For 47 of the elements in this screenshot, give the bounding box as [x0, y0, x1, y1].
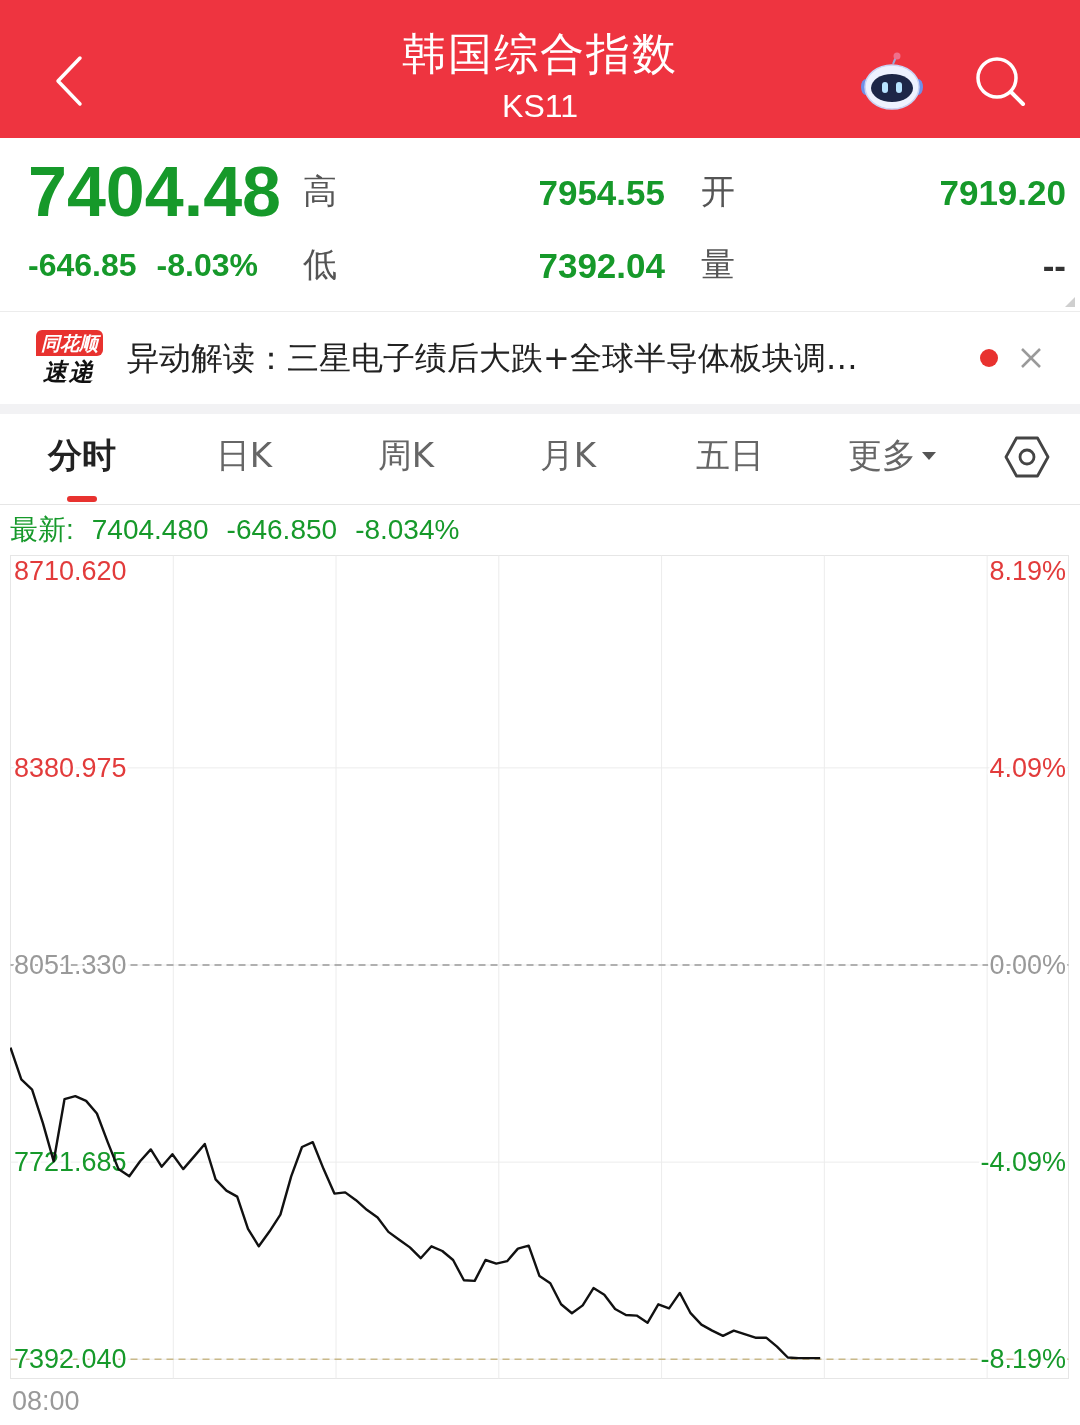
assistant-button[interactable] — [860, 52, 924, 110]
axis-label: -4.09% — [980, 1147, 1066, 1178]
latest-label: 最新: — [10, 513, 74, 547]
robot-icon — [860, 52, 924, 110]
latest-value: -8.034% — [355, 514, 460, 546]
back-chevron-icon — [54, 55, 84, 107]
brand-tag: 同花顺 — [35, 330, 103, 356]
price-change: -646.85 — [28, 249, 137, 281]
index-code: KS11 — [502, 87, 578, 126]
last-price: 7404.48 — [28, 157, 283, 227]
axis-label: 8.19% — [989, 555, 1066, 586]
search-icon — [974, 55, 1026, 107]
chart-tab[interactable]: 五日 — [649, 414, 811, 504]
settings-icon — [1003, 436, 1050, 478]
axis-label: 0.00% — [989, 950, 1066, 980]
corner-triangle-icon — [1065, 297, 1075, 307]
stat-value: 7954.55 — [538, 174, 665, 210]
time-label: 08:00 — [12, 1386, 80, 1416]
back-button[interactable] — [54, 55, 84, 107]
chart-tab[interactable]: 分时 — [1, 414, 163, 504]
stat-label: 量 — [701, 246, 735, 284]
chart-tab[interactable]: 更多 — [811, 414, 973, 504]
stat-value: -- — [1042, 247, 1066, 283]
axis-label: 8710.620 — [14, 555, 127, 586]
latest-value: 7404.480 — [91, 514, 209, 546]
close-icon — [1020, 347, 1042, 369]
stat-label: 低 — [303, 246, 337, 284]
search-button[interactable] — [974, 55, 1026, 107]
axis-label: 7392.040 — [14, 1344, 127, 1375]
stat-label: 高 — [303, 173, 337, 211]
brand-subtitle: 速递 — [43, 358, 95, 386]
stat-value: 7392.04 — [538, 247, 665, 283]
stat-value: 7919.20 — [939, 174, 1066, 210]
axis-label: 8051.330 — [14, 950, 127, 980]
caret-icon — [922, 452, 936, 460]
axis-label: 4.09% — [989, 752, 1066, 783]
page-title: 韩国综合指数 — [402, 28, 678, 80]
close-button[interactable] — [1020, 347, 1042, 369]
news-headline[interactable]: 异动解读：三星电子绩后大跌+全球半导体板块调… — [127, 338, 980, 378]
axis-label: -8.19% — [980, 1344, 1066, 1375]
stat-label: 开 — [701, 173, 735, 211]
chart-tab[interactable]: 周K — [325, 414, 487, 504]
axis-label: 8380.975 — [14, 752, 127, 783]
latest-value: -646.850 — [226, 514, 338, 546]
percent-change: -8.03% — [156, 249, 258, 281]
chart-tab[interactable]: 日K — [163, 414, 325, 504]
chart-tab[interactable]: 月K — [487, 414, 649, 504]
